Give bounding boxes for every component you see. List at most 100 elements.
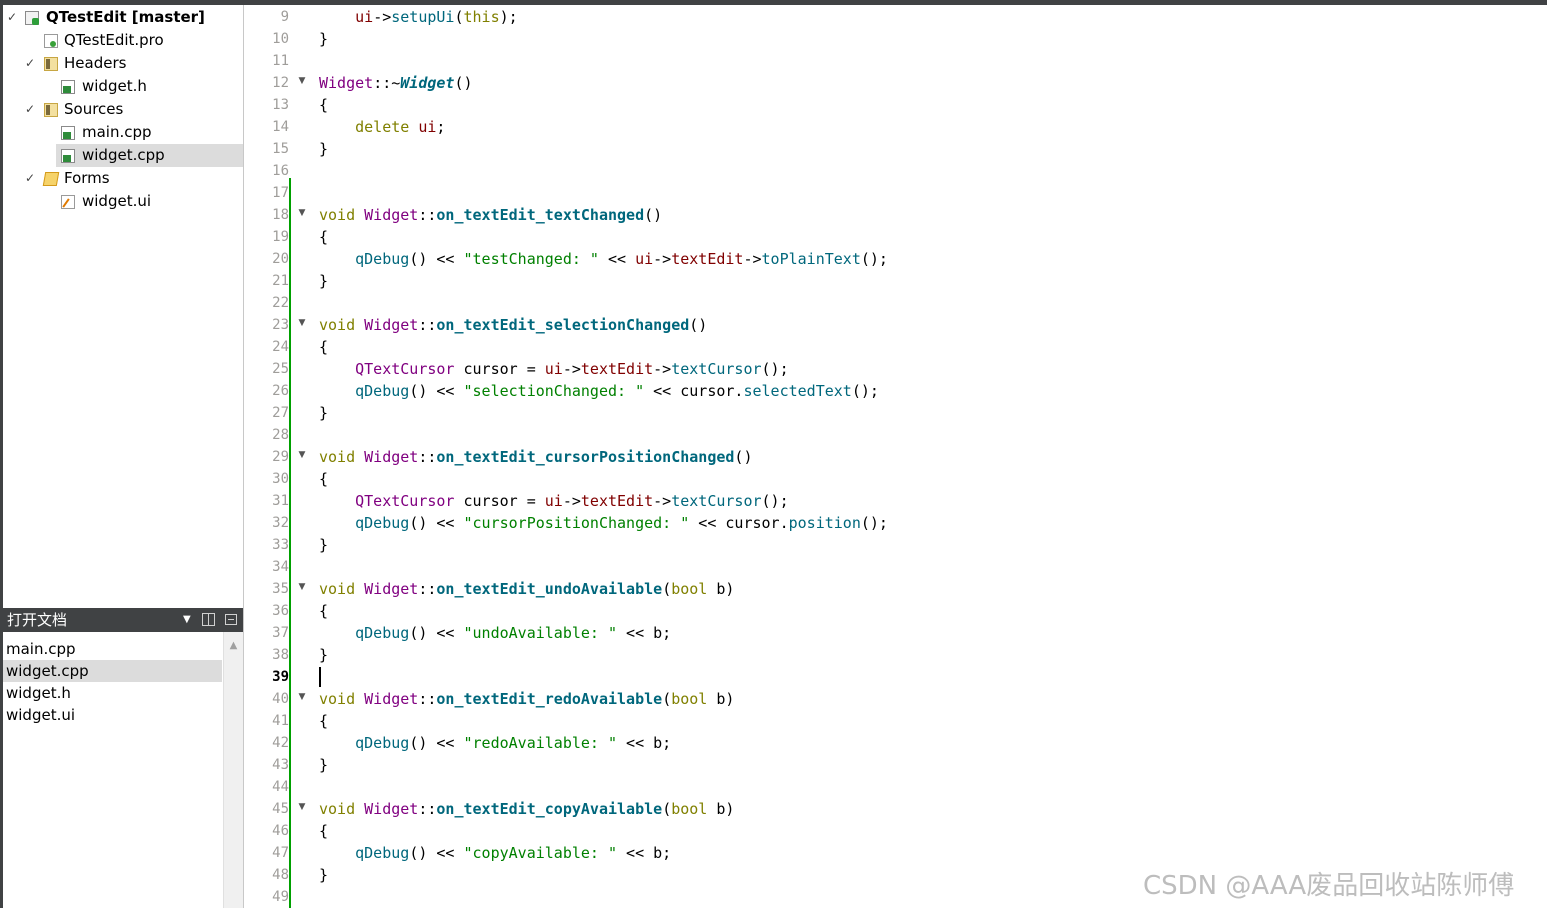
code-line[interactable]: Widget::~Widget() bbox=[319, 72, 473, 94]
code-line[interactable]: void Widget::on_textEdit_cursorPositionC… bbox=[319, 446, 752, 468]
line-number: 22 bbox=[272, 295, 289, 311]
tree-folder-headers[interactable]: ✓ Headers bbox=[3, 52, 243, 75]
tree-folder-label: Forms bbox=[64, 169, 110, 187]
close-pane-icon[interactable] bbox=[225, 614, 237, 625]
chevron-down-icon[interactable]: ✓ bbox=[23, 167, 37, 190]
open-documents-title[interactable]: 打开文档 bbox=[7, 608, 67, 632]
code-line[interactable]: { bbox=[319, 600, 328, 622]
tree-item-main-cpp[interactable]: main.cpp bbox=[3, 121, 243, 144]
header-file-icon bbox=[61, 80, 75, 94]
code-line[interactable]: } bbox=[319, 644, 328, 666]
scroll-up-icon[interactable]: ▲ bbox=[224, 640, 243, 651]
tree-item-widget-ui[interactable]: widget.ui bbox=[3, 190, 243, 213]
open-documents-list: main.cpp widget.cpp widget.h widget.ui bbox=[3, 632, 223, 908]
code-line[interactable]: } bbox=[319, 864, 328, 886]
tree-folder-label: Headers bbox=[64, 54, 127, 72]
line-number: 37 bbox=[272, 625, 289, 641]
code-line[interactable]: qDebug() << "undoAvailable: " << b; bbox=[319, 622, 671, 644]
code-line[interactable]: } bbox=[319, 534, 328, 556]
open-document-item[interactable]: widget.cpp bbox=[3, 660, 222, 682]
line-number: 36 bbox=[272, 603, 289, 619]
chevron-down-icon[interactable]: ✓ bbox=[5, 6, 19, 29]
tree-item-label: widget.cpp bbox=[82, 146, 165, 164]
code-line[interactable]: { bbox=[319, 468, 328, 490]
code-line[interactable]: } bbox=[319, 754, 328, 776]
code-line[interactable]: { bbox=[319, 336, 328, 358]
line-number: 11 bbox=[272, 53, 289, 69]
project-name: QTestEdit [master] bbox=[46, 8, 205, 26]
code-line[interactable]: } bbox=[319, 28, 328, 50]
chevron-down-icon[interactable]: ✓ bbox=[23, 52, 37, 75]
project-icon bbox=[25, 11, 39, 25]
line-number: 30 bbox=[272, 471, 289, 487]
tree-folder-label: Sources bbox=[64, 100, 124, 118]
code-line[interactable]: void Widget::on_textEdit_undoAvailable(b… bbox=[319, 578, 734, 600]
fold-arrow-icon[interactable]: ▼ bbox=[296, 312, 308, 334]
code-line[interactable]: QTextCursor cursor = ui->textEdit->textC… bbox=[319, 358, 789, 380]
tree-item-pro-file[interactable]: QTestEdit.pro bbox=[3, 29, 243, 52]
fold-arrow-icon[interactable]: ▼ bbox=[296, 576, 308, 598]
code-line[interactable]: ui->setupUi(this); bbox=[319, 6, 518, 28]
code-line[interactable]: } bbox=[319, 270, 328, 292]
code-line[interactable]: void Widget::on_textEdit_redoAvailable(b… bbox=[319, 688, 734, 710]
chevron-down-icon[interactable]: ✓ bbox=[23, 98, 37, 121]
headers-folder-icon bbox=[44, 57, 58, 71]
tree-item-label: QTestEdit.pro bbox=[64, 31, 164, 49]
code-line[interactable]: void Widget::on_textEdit_copyAvailable(b… bbox=[319, 798, 734, 820]
line-number: 49 bbox=[272, 889, 289, 905]
line-number: 23 bbox=[272, 317, 289, 333]
code-line[interactable]: } bbox=[319, 402, 328, 424]
split-view-icon[interactable] bbox=[202, 613, 215, 626]
tree-item-widget-cpp[interactable]: widget.cpp bbox=[56, 144, 243, 167]
line-number: 46 bbox=[272, 823, 289, 839]
fold-arrow-icon[interactable]: ▼ bbox=[296, 686, 308, 708]
line-number: 27 bbox=[272, 405, 289, 421]
dropdown-arrow-icon[interactable]: ▼ bbox=[183, 608, 191, 632]
code-line[interactable]: { bbox=[319, 94, 328, 116]
line-number: 45 bbox=[272, 801, 289, 817]
code-line[interactable]: qDebug() << "redoAvailable: " << b; bbox=[319, 732, 671, 754]
line-number: 33 bbox=[272, 537, 289, 553]
source-file-icon bbox=[61, 149, 75, 163]
code-line[interactable]: { bbox=[319, 710, 328, 732]
tree-folder-forms[interactable]: ✓ Forms bbox=[3, 167, 243, 190]
code-line[interactable]: qDebug() << "copyAvailable: " << b; bbox=[319, 842, 671, 864]
tree-item-label: main.cpp bbox=[82, 123, 152, 141]
fold-arrow-icon[interactable]: ▼ bbox=[296, 70, 308, 92]
line-number: 43 bbox=[272, 757, 289, 773]
line-number: 39 bbox=[272, 669, 289, 685]
line-number: 29 bbox=[272, 449, 289, 465]
code-line[interactable]: qDebug() << "testChanged: " << ui->textE… bbox=[319, 248, 888, 270]
fold-arrow-icon[interactable]: ▼ bbox=[296, 444, 308, 466]
sources-folder-icon bbox=[44, 103, 58, 117]
code-line[interactable]: QTextCursor cursor = ui->textEdit->textC… bbox=[319, 490, 789, 512]
open-document-item[interactable]: main.cpp bbox=[3, 638, 222, 660]
fold-arrow-icon[interactable]: ▼ bbox=[296, 796, 308, 818]
open-documents-header: 打开文档 ▼ bbox=[3, 608, 243, 632]
line-number: 34 bbox=[272, 559, 289, 575]
open-document-item[interactable]: widget.h bbox=[3, 682, 222, 704]
code-line[interactable]: } bbox=[319, 138, 328, 160]
project-tree: ✓ QTestEdit [master] QTestEdit.pro ✓ Hea… bbox=[3, 5, 243, 613]
line-number: 31 bbox=[272, 493, 289, 509]
tree-project-root[interactable]: ✓ QTestEdit [master] bbox=[3, 6, 243, 29]
code-line[interactable]: void Widget::on_textEdit_textChanged() bbox=[319, 204, 662, 226]
code-line[interactable]: qDebug() << "selectionChanged: " << curs… bbox=[319, 380, 879, 402]
line-number: 41 bbox=[272, 713, 289, 729]
code-line[interactable]: { bbox=[319, 226, 328, 248]
line-number: 12 bbox=[272, 75, 289, 91]
code-line[interactable]: qDebug() << "cursorPositionChanged: " <<… bbox=[319, 512, 888, 534]
code-line[interactable]: { bbox=[319, 820, 328, 842]
line-number: 10 bbox=[272, 31, 289, 47]
line-number: 24 bbox=[272, 339, 289, 355]
line-number: 40 bbox=[272, 691, 289, 707]
open-document-item[interactable]: widget.ui bbox=[3, 704, 222, 726]
tree-folder-sources[interactable]: ✓ Sources bbox=[3, 98, 243, 121]
code-line[interactable]: void Widget::on_textEdit_selectionChange… bbox=[319, 314, 707, 336]
code-line[interactable]: delete ui; bbox=[319, 116, 445, 138]
tree-item-widget-h[interactable]: widget.h bbox=[3, 75, 243, 98]
line-number: 18 bbox=[272, 207, 289, 223]
line-number: 44 bbox=[272, 779, 289, 795]
open-documents-scrollbar[interactable]: ▲ bbox=[223, 632, 243, 908]
fold-arrow-icon[interactable]: ▼ bbox=[296, 202, 308, 224]
